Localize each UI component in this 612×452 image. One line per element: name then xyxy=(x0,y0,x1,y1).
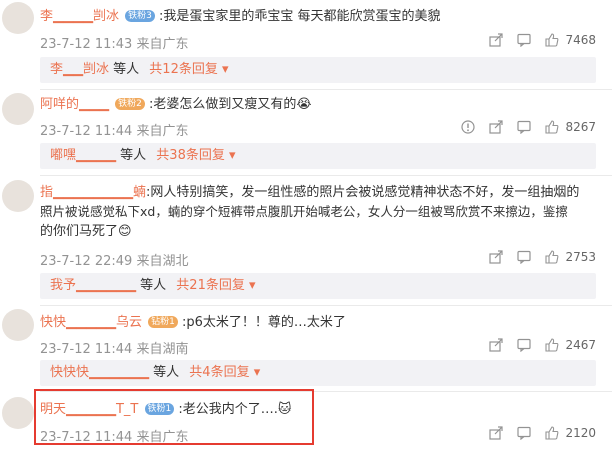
comment-text-line-2: 照片被说感觉私下xd，蝻的穿个短裤带点腹肌开始喊老公，女人分一组被骂欣赏不来擦边… xyxy=(40,204,568,219)
reply-count-link[interactable]: 共12条回复 ▾ xyxy=(149,62,228,77)
share-icon[interactable] xyxy=(489,250,504,264)
like-button[interactable]: 2120 xyxy=(545,426,596,440)
like-count: 2753 xyxy=(565,250,596,264)
username[interactable]: 李▁▁▁▁剀冰 xyxy=(40,9,119,24)
emoji: 😭 xyxy=(296,97,312,112)
divider xyxy=(40,175,612,176)
avatar[interactable] xyxy=(2,180,34,212)
username[interactable]: 指▁▁▁▁▁▁▁▁蝻 xyxy=(40,185,146,200)
reply-suffix: 等人 xyxy=(153,365,180,380)
highlight-box xyxy=(34,389,314,445)
like-button[interactable]: 8267 xyxy=(545,120,596,134)
comment-icon[interactable] xyxy=(517,426,532,440)
fan-badge: 铁粉3 xyxy=(125,10,155,22)
comment-time: 23-7-12 11:44 来自湖南 xyxy=(40,342,189,357)
comment-text: :我是蛋宝家里的乖宝宝 每天都能欣赏蛋宝的美貌 xyxy=(159,9,441,24)
like-count: 2120 xyxy=(565,426,596,440)
reply-names[interactable]: 快快快▁▁▁▁▁▁ xyxy=(50,365,149,380)
like-icon xyxy=(545,426,559,440)
share-icon[interactable] xyxy=(489,33,504,47)
report-icon[interactable] xyxy=(461,120,476,134)
username[interactable]: 快快▁▁▁▁▁乌云 xyxy=(40,315,142,330)
fan-badge: 钻粉1 xyxy=(148,316,178,328)
reply-preview[interactable]: 嘟嘿▁▁▁▁ 等人 共38条回复 ▾ xyxy=(40,143,596,169)
like-button[interactable]: 2467 xyxy=(545,338,596,352)
reply-names[interactable]: 李▁▁剀冰 xyxy=(50,62,109,77)
like-icon xyxy=(545,33,559,47)
reply-count-link[interactable]: 共21条回复 ▾ xyxy=(176,278,255,293)
comment-text-line-3: 的你们马死了 xyxy=(40,224,119,239)
comment-icon[interactable] xyxy=(517,250,532,264)
like-icon xyxy=(545,120,559,134)
reply-preview[interactable]: 李▁▁剀冰 等人 共12条回复 ▾ xyxy=(40,57,596,83)
comment-text: :p6太米了！！尊的…太米了 xyxy=(182,315,346,330)
like-icon xyxy=(545,338,559,352)
like-button[interactable]: 7468 xyxy=(545,33,596,47)
reply-count-link[interactable]: 共38条回复 ▾ xyxy=(156,148,235,163)
like-icon xyxy=(545,250,559,264)
reply-suffix: 等人 xyxy=(113,62,140,77)
comment-time: 23-7-12 22:49 来自湖北 xyxy=(40,254,189,269)
reply-suffix: 等人 xyxy=(120,148,147,163)
avatar[interactable] xyxy=(2,397,34,429)
like-button[interactable]: 2753 xyxy=(545,250,596,264)
comment-icon[interactable] xyxy=(517,338,532,352)
username[interactable]: 阿咩的▁▁▁ xyxy=(40,97,109,112)
avatar[interactable] xyxy=(2,93,34,125)
like-count: 8267 xyxy=(565,120,596,134)
emoji: 😊 xyxy=(118,224,132,239)
comment-time: 23-7-12 11:43 来自广东 xyxy=(40,37,189,52)
comment-text-line-1: :网人特别搞笑，发一组性感的照片会被说感觉精神状态不好，发一组抽烟的 xyxy=(145,185,580,200)
reply-names[interactable]: 我予▁▁▁▁▁▁ xyxy=(50,278,136,293)
divider xyxy=(40,305,612,306)
comment-icon[interactable] xyxy=(517,120,532,134)
like-count: 2467 xyxy=(565,338,596,352)
avatar[interactable] xyxy=(2,2,34,34)
divider xyxy=(40,89,612,90)
share-icon[interactable] xyxy=(489,426,504,440)
share-icon[interactable] xyxy=(489,338,504,352)
share-icon[interactable] xyxy=(489,120,504,134)
reply-preview[interactable]: 我予▁▁▁▁▁▁ 等人 共21条回复 ▾ xyxy=(40,273,596,299)
comment-text: :老婆怎么做到又瘦又有的 xyxy=(149,97,297,112)
reply-names[interactable]: 嘟嘿▁▁▁▁ xyxy=(50,148,116,163)
fan-badge: 铁粉2 xyxy=(115,98,145,110)
reply-suffix: 等人 xyxy=(140,278,167,293)
reply-preview[interactable]: 快快快▁▁▁▁▁▁ 等人 共4条回复 ▾ xyxy=(40,360,596,386)
comment-icon[interactable] xyxy=(517,33,532,47)
reply-count-link[interactable]: 共4条回复 ▾ xyxy=(189,365,260,380)
avatar[interactable] xyxy=(2,309,34,341)
like-count: 7468 xyxy=(565,33,596,47)
comment-time: 23-7-12 11:44 来自广东 xyxy=(40,124,189,139)
